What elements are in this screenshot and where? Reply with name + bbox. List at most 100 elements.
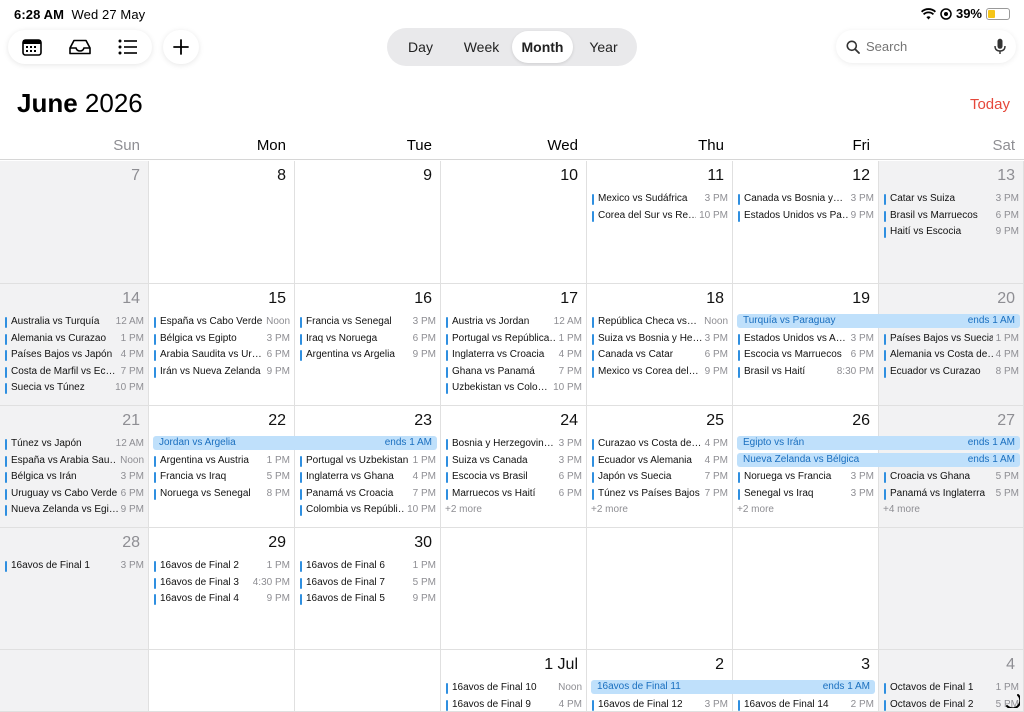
view-day-tab[interactable]: Day [390, 31, 451, 63]
calendar-event[interactable]: Francia vs Iraq 5 PM [154, 469, 290, 485]
calendar-event[interactable]: Ghana vs Panamá 7 PM [446, 363, 582, 380]
calendar-event[interactable]: Alemania vs Costa de… 4 PM [884, 347, 1019, 363]
day-cell[interactable]: 8 [149, 161, 295, 284]
calendar-event[interactable]: Escocia vs Brasil 6 PM [446, 469, 582, 485]
calendar-event[interactable]: Austria vs Jordan 12 AM [446, 314, 582, 330]
multi-day-event[interactable]: Turquía vs Paraguay ends 1 AM [737, 314, 1020, 328]
calendar-event[interactable]: Bélgica vs Irán 3 PM [5, 469, 144, 485]
inbox-icon[interactable] [65, 32, 95, 62]
calendar-event[interactable]: Ecuador vs Alemania 4 PM [592, 452, 728, 469]
day-cell[interactable]: 27 Croacia vs Ghana 5 PM Panamá vs Inglater… [879, 406, 1024, 528]
calendar-event[interactable]: Brasil vs Haití 8:30 PM [738, 363, 874, 380]
day-cell[interactable]: 18 República Checa vs… Noon Suiza vs Bosnia… [587, 284, 733, 406]
calendar-event[interactable]: 16avos de Final 21 PM [154, 558, 290, 574]
day-cell[interactable]: 29 16avos de Final 21 PM 16avos de Final 3… [149, 528, 295, 650]
multi-day-event[interactable]: 16avos de Final 11 ends 1 AM [591, 680, 875, 694]
calendar-event[interactable]: Noruega vs Senegal 8 PM [154, 485, 290, 502]
day-cell[interactable]: 25 Curazao vs Costa de… 4 PM Ecuador vs Ale… [587, 406, 733, 528]
multi-day-event[interactable]: Nueva Zelanda vs Bélgica ends 1 AM [737, 452, 1020, 467]
calendar-event[interactable]: Panamá vs Inglaterra 5 PM [884, 485, 1019, 502]
more-events-link[interactable]: +2 more [445, 503, 482, 517]
calendar-event[interactable]: Corea del Sur vs Re… 10 PM [592, 207, 728, 224]
calendar-event[interactable]: Túnez vs Países Bajos 7 PM [592, 485, 728, 502]
search-field[interactable] [836, 30, 1016, 63]
day-cell[interactable]: 11 Mexico vs Sudáfrica 3 PM Corea del Sur v… [587, 161, 733, 284]
calendar-event[interactable]: Australia vs Turquía 12 AM [5, 314, 144, 330]
calendar-event[interactable]: Canada vs Catar 6 PM [592, 347, 728, 363]
more-events-link[interactable]: +2 more [591, 503, 628, 517]
view-month-tab[interactable]: Month [512, 31, 573, 63]
day-cell[interactable]: 15 España vs Cabo Verde Noon Bélgica vs Egi… [149, 284, 295, 406]
calendar-event[interactable]: Iraq vs Noruega 6 PM [300, 330, 436, 347]
calendar-event[interactable]: 16avos de Final 75 PM [300, 574, 436, 591]
calendar-event[interactable]: Inglaterra vs Ghana 4 PM [300, 469, 436, 485]
calendar-event[interactable]: Bosnia y Herzegovin… 3 PM [446, 436, 582, 452]
list-icon[interactable] [113, 32, 143, 62]
day-cell[interactable]: 28 16avos de Final 13 PM [0, 528, 149, 650]
calendar-event[interactable]: 16avos de Final 61 PM [300, 558, 436, 574]
calendar-event[interactable]: Octavos de Final 25 PM [884, 696, 1019, 711]
day-cell[interactable] [441, 528, 587, 650]
day-cell[interactable]: 9 [295, 161, 441, 284]
calendar-event[interactable]: Bélgica vs Egipto 3 PM [154, 330, 290, 347]
calendar-event[interactable]: Nueva Zelanda vs Egi… 9 PM [5, 502, 144, 518]
calendar-event[interactable]: Estados Unidos vs Pa… 9 PM [738, 207, 874, 224]
calendar-event[interactable]: Catar vs Suiza 3 PM [884, 191, 1019, 207]
multi-day-event[interactable]: Egipto vs Irán ends 1 AM [737, 436, 1020, 450]
day-cell[interactable]: 7 [0, 161, 149, 284]
day-cell[interactable]: 19 Estados Unidos vs A… 3 PM Escocia vs Mar… [733, 284, 879, 406]
calendar-event[interactable]: España vs Arabia Sau… Noon [5, 452, 144, 469]
calendar-event[interactable]: 16avos de Final 13 PM [5, 558, 144, 574]
calendar-event[interactable]: Arabia Saudita vs Ur… 6 PM [154, 347, 290, 363]
calendar-event[interactable]: 16avos de Final 14 2 PM [738, 696, 874, 711]
calendar-event[interactable]: Argentina vs Austria 1 PM [154, 452, 290, 469]
day-cell[interactable] [587, 528, 733, 650]
day-cell[interactable]: 1 Jul 16avos de Final 10 Noon 16avos de Fin… [441, 650, 587, 712]
day-cell[interactable]: 16 Francia vs Senegal 3 PM Iraq vs Noruega 6… [295, 284, 441, 406]
calendar-event[interactable]: Haití vs Escocia 9 PM [884, 224, 1019, 240]
calendar-event[interactable]: Mexico vs Sudáfrica 3 PM [592, 191, 728, 207]
microphone-icon[interactable] [994, 38, 1006, 55]
day-cell[interactable]: 10 [441, 161, 587, 284]
calendar-event[interactable]: Suiza vs Bosnia y He… 3 PM [592, 330, 728, 347]
calendar-event[interactable]: Senegal vs Iraq 3 PM [738, 485, 874, 502]
add-event-button[interactable] [163, 30, 199, 64]
calendar-event[interactable]: República Checa vs… Noon [592, 314, 728, 330]
calendar-event[interactable]: Colombia vs Repúbli… 10 PM [300, 502, 436, 518]
day-cell[interactable]: 20 Países Bajos vs Suecia 1 PM Alemania vs … [879, 284, 1024, 406]
calendar-event[interactable]: Panamá vs Croacia 7 PM [300, 485, 436, 502]
calendar-event[interactable]: 16avos de Final 12 3 PM [592, 696, 728, 711]
more-events-link[interactable]: +4 more [883, 503, 920, 517]
calendar-event[interactable]: 16avos de Final 59 PM [300, 591, 436, 607]
calendar-event[interactable]: Países Bajos vs Suecia 1 PM [884, 330, 1019, 347]
day-cell[interactable]: 12 Canada vs Bosnia y… 3 PM Estados Unidos … [733, 161, 879, 284]
calendar-event[interactable]: España vs Cabo Verde Noon [154, 314, 290, 330]
calendar-event[interactable]: Escocia vs Marruecos 6 PM [738, 347, 874, 363]
calendar-event[interactable]: Curazao vs Costa de… 4 PM [592, 436, 728, 452]
calendar-event[interactable]: Francia vs Senegal 3 PM [300, 314, 436, 330]
calendar-event[interactable]: 16avos de Final 94 PM [446, 696, 582, 711]
day-cell[interactable]: 4 Octavos de Final 11 PM Octavos de Final … [879, 650, 1024, 712]
day-cell[interactable]: 17 Austria vs Jordan 12 AM Portugal vs Repú… [441, 284, 587, 406]
day-cell[interactable]: 24 Bosnia y Herzegovin… 3 PM Suiza vs Canad… [441, 406, 587, 528]
view-year-tab[interactable]: Year [573, 31, 634, 63]
multi-day-event[interactable]: Jordan vs Argelia ends 1 AM [153, 436, 437, 450]
day-cell[interactable] [149, 650, 295, 712]
view-week-tab[interactable]: Week [451, 31, 512, 63]
day-cell[interactable] [295, 650, 441, 712]
today-button[interactable]: Today [970, 96, 1010, 113]
day-cell[interactable] [733, 528, 879, 650]
day-cell[interactable]: 22 Argentina vs Austria 1 PM Francia vs Ira… [149, 406, 295, 528]
day-cell[interactable]: 14 Australia vs Turquía 12 AM Alemania vs C… [0, 284, 149, 406]
calendar-event[interactable]: Canada vs Bosnia y… 3 PM [738, 191, 874, 207]
calendar-event[interactable]: Portugal vs Uzbekistan 1 PM [300, 452, 436, 469]
day-cell[interactable]: 21 Túnez vs Japón 12 AM España vs Arabia Sa… [0, 406, 149, 528]
calendar-event[interactable]: Costa de Marfil vs Ec… 7 PM [5, 363, 144, 380]
calendar-icon[interactable] [17, 32, 47, 62]
calendar-event[interactable]: Argentina vs Argelia 9 PM [300, 347, 436, 363]
calendar-event[interactable]: Japón vs Suecia 7 PM [592, 469, 728, 485]
day-cell[interactable]: 26 Noruega vs Francia 3 PM Senegal vs Iraq 3… [733, 406, 879, 528]
more-events-link[interactable]: +2 more [737, 503, 774, 517]
day-cell[interactable] [0, 650, 149, 712]
calendar-event[interactable]: Brasil vs Marruecos 6 PM [884, 207, 1019, 224]
